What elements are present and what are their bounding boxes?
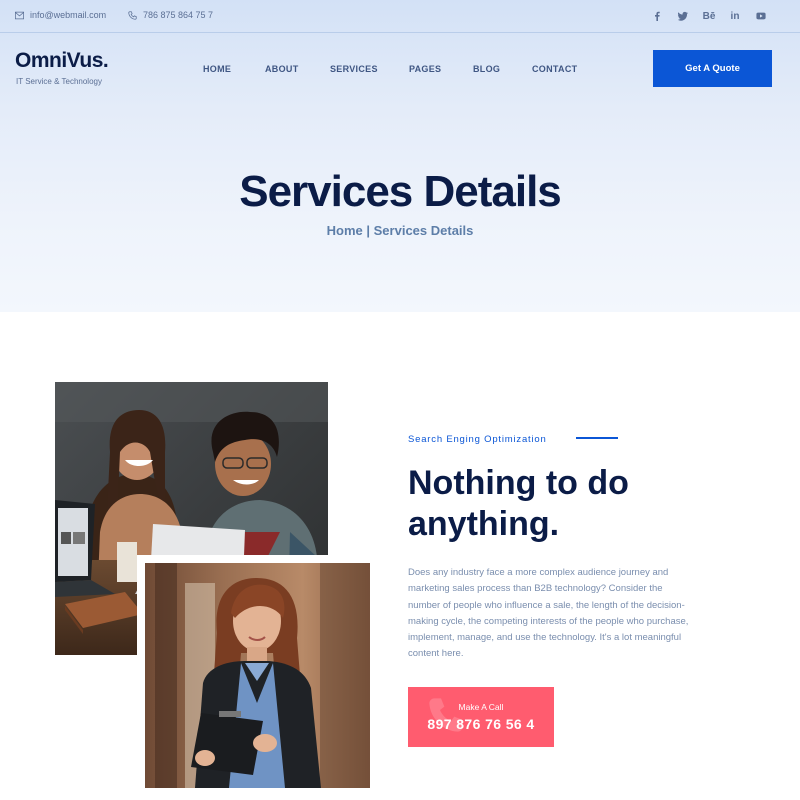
page-title: Services Details (239, 167, 562, 216)
behance-glyph: Bē (702, 10, 716, 22)
phone-contact[interactable]: 786 875 864 75 7 (128, 10, 213, 20)
make-call-button[interactable]: Make A Call 897 876 76 56 4 (408, 687, 554, 747)
top-bar: info@webmail.com 786 875 864 75 7 Bē in (0, 0, 800, 33)
brand-logo[interactable]: OmniVus. (15, 49, 109, 73)
page-header: info@webmail.com 786 875 864 75 7 Bē in … (0, 0, 800, 312)
breadcrumb-separator: | (366, 223, 371, 238)
email-text: info@webmail.com (30, 10, 107, 20)
nav-about[interactable]: ABOUT (265, 64, 299, 74)
nav-services[interactable]: SERVICES (330, 64, 378, 74)
call-number: 897 876 76 56 4 (427, 716, 535, 732)
section-headline: Nothing to do anything. (408, 464, 629, 543)
breadcrumb-current: Services Details (373, 223, 474, 238)
behance-icon[interactable]: Bē (696, 9, 722, 23)
email-contact[interactable]: info@webmail.com (15, 10, 106, 20)
linkedin-icon[interactable]: in (722, 9, 748, 23)
twitter-icon[interactable] (670, 9, 696, 23)
kicker-divider (576, 437, 618, 439)
section-paragraph: Does any industry face a more complex au… (408, 567, 689, 660)
linkedin-glyph: in (730, 10, 740, 22)
get-quote-button[interactable]: Get A Quote (653, 50, 772, 87)
breadcrumb-home[interactable]: Home (327, 223, 363, 238)
facebook-icon[interactable] (644, 9, 670, 23)
call-label: Make A Call (458, 702, 504, 712)
mail-icon (15, 11, 24, 19)
phone-text: 786 875 864 75 7 (143, 10, 214, 20)
phone-icon (128, 10, 137, 20)
social-links: Bē in (644, 9, 774, 23)
breadcrumb: Home | Services Details (0, 223, 800, 238)
youtube-icon[interactable] (748, 9, 774, 23)
businesswoman-photo (145, 563, 370, 788)
section-kicker: Search Enging Optimization (408, 434, 547, 445)
nav-contact[interactable]: CONTACT (532, 64, 577, 74)
brand-tagline: IT Service & Technology (16, 77, 102, 86)
nav-home[interactable]: HOME (203, 64, 231, 74)
nav-blog[interactable]: BLOG (473, 64, 500, 74)
nav-pages[interactable]: PAGES (409, 64, 441, 74)
